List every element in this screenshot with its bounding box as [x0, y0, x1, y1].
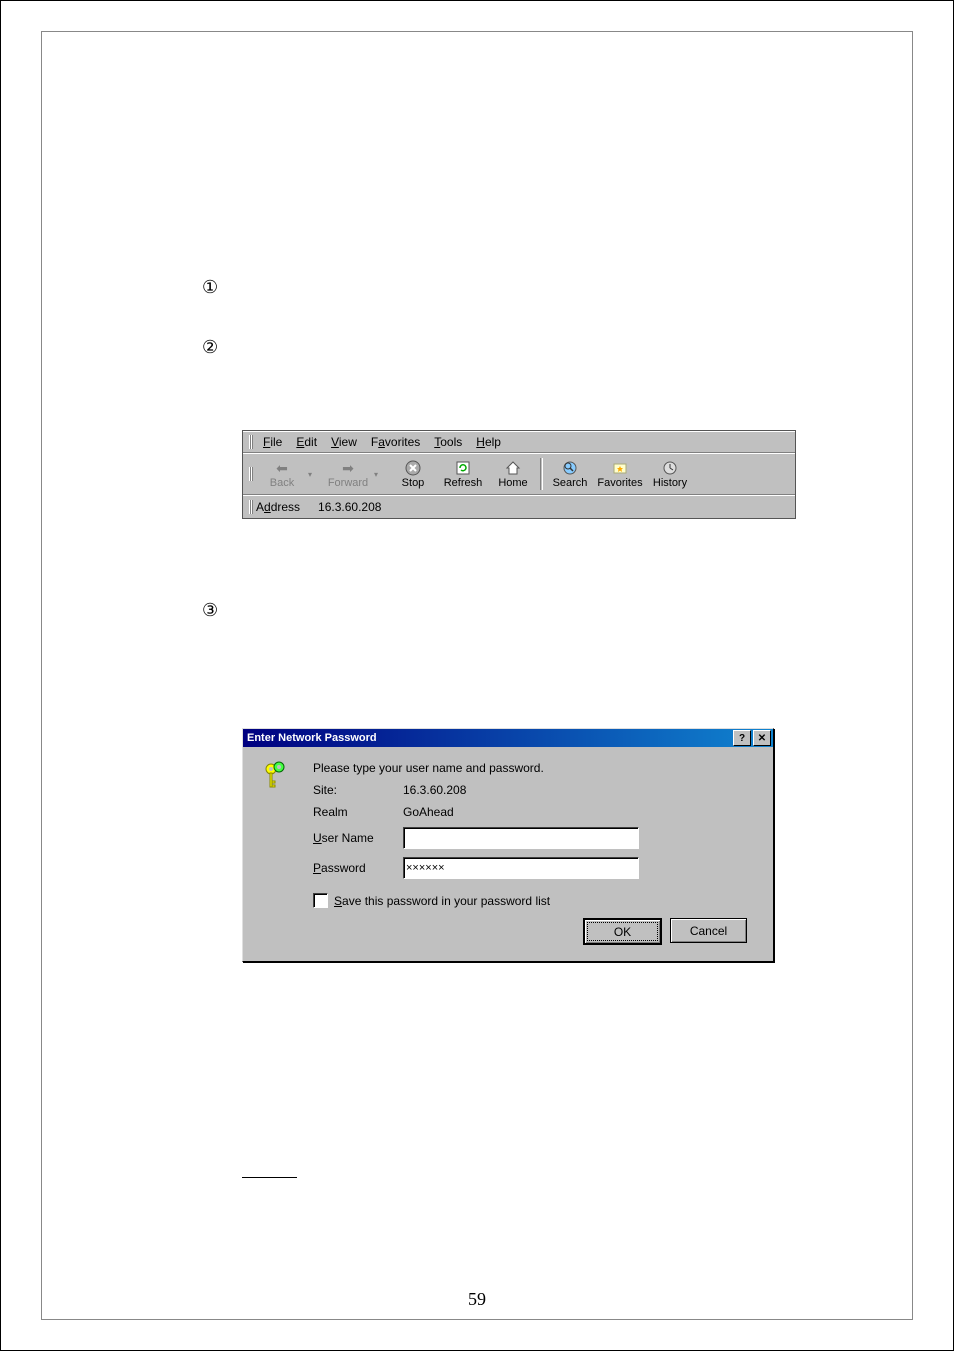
menu-favorites[interactable]: Favorites: [364, 433, 427, 451]
history-icon: [660, 459, 680, 477]
keys-icon: [261, 761, 293, 793]
menu-help[interactable]: Help: [469, 433, 508, 451]
site-value: 16.3.60.208: [403, 783, 466, 797]
horizontal-rule: [242, 1177, 297, 1178]
history-label: History: [653, 477, 687, 489]
realm-value: GoAhead: [403, 805, 454, 819]
stop-button[interactable]: Stop: [388, 456, 438, 492]
separator: [540, 458, 543, 490]
favorites-label: Favorites: [597, 477, 642, 489]
home-icon: [503, 459, 523, 477]
dialog-instruction: Please type your user name and password.: [313, 761, 544, 775]
refresh-icon: [453, 459, 473, 477]
favorites-icon: [610, 459, 630, 477]
close-button[interactable]: ✕: [753, 730, 771, 746]
search-label: Search: [553, 477, 588, 489]
refresh-button[interactable]: Refresh: [438, 456, 488, 492]
back-button[interactable]: ⬅ Back: [256, 456, 308, 492]
address-value[interactable]: 16.3.60.208: [308, 500, 381, 514]
menu-tools[interactable]: Tools: [427, 433, 469, 451]
search-button[interactable]: Search: [545, 456, 595, 492]
back-dropdown[interactable]: ▾: [308, 470, 318, 479]
dialog-title: Enter Network Password: [247, 732, 731, 744]
password-input[interactable]: [403, 857, 639, 879]
ok-button[interactable]: OK: [583, 918, 662, 945]
history-button[interactable]: History: [645, 456, 695, 492]
username-input[interactable]: [403, 827, 639, 849]
page-number: 59: [1, 1289, 953, 1310]
password-label: Password: [313, 861, 403, 875]
menubar: File Edit View Favorites Tools Help: [243, 431, 795, 453]
forward-arrow-icon: ➡: [338, 459, 358, 477]
button-toolbar: ⬅ Back ▾ ➡ Forward ▾ Stop Refresh: [243, 453, 795, 495]
address-bar: Address 16.3.60.208: [243, 495, 795, 518]
menu-edit[interactable]: Edit: [289, 433, 324, 451]
search-icon: [560, 459, 580, 477]
home-button[interactable]: Home: [488, 456, 538, 492]
help-button[interactable]: ?: [733, 730, 751, 746]
cancel-button[interactable]: Cancel: [670, 918, 747, 943]
forward-label: Forward: [328, 477, 368, 489]
site-label: Site:: [313, 783, 403, 797]
dialog-titlebar[interactable]: Enter Network Password ? ✕: [243, 729, 773, 747]
back-label: Back: [270, 477, 294, 489]
stop-icon: [403, 459, 423, 477]
save-password-label: Save this password in your password list: [334, 894, 550, 908]
menu-file[interactable]: File: [256, 433, 289, 451]
username-label: User Name: [313, 831, 403, 845]
step-marker-1: ①: [202, 277, 218, 298]
gripper-icon: [249, 467, 253, 481]
forward-dropdown[interactable]: ▾: [374, 470, 384, 479]
gripper-icon: [249, 435, 253, 449]
refresh-label: Refresh: [444, 477, 483, 489]
password-dialog: Enter Network Password ? ✕: [242, 728, 774, 962]
save-password-checkbox[interactable]: [313, 893, 328, 908]
browser-toolbar: File Edit View Favorites Tools Help ⬅ Ba…: [242, 430, 796, 519]
address-label: Address: [256, 500, 300, 514]
stop-label: Stop: [402, 477, 425, 489]
gripper-icon: [249, 500, 253, 514]
favorites-button[interactable]: Favorites: [595, 456, 645, 492]
home-label: Home: [498, 477, 527, 489]
back-arrow-icon: ⬅: [272, 459, 292, 477]
forward-button[interactable]: ➡ Forward: [322, 456, 374, 492]
step-marker-3: ③: [202, 600, 218, 621]
step-marker-2: ②: [202, 337, 218, 358]
menu-view[interactable]: View: [324, 433, 364, 451]
realm-label: Realm: [313, 805, 403, 819]
